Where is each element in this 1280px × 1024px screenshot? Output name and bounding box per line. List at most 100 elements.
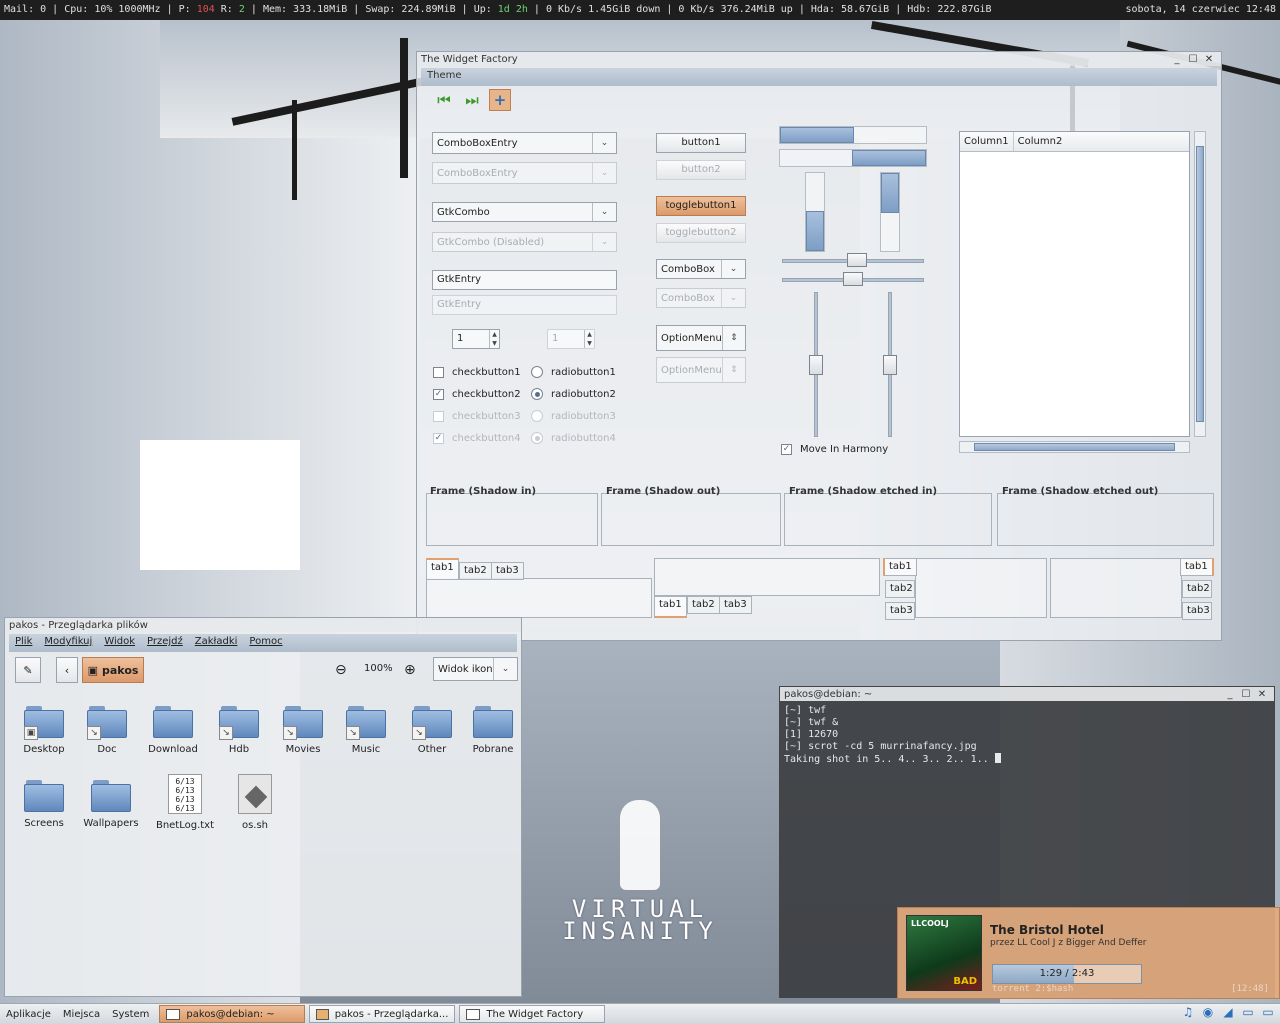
column1-header[interactable]: Column1 bbox=[960, 132, 1014, 151]
menu-zakladki[interactable]: Zakładki bbox=[195, 636, 238, 650]
tab-left-3[interactable]: tab3 bbox=[885, 602, 915, 620]
button1[interactable]: button1 bbox=[656, 133, 746, 153]
spin-arrows-icon[interactable]: ▲ ▼ bbox=[489, 330, 499, 348]
file-movies[interactable]: ↘ Movies bbox=[270, 706, 336, 755]
menu-przejdz[interactable]: Przejdź bbox=[147, 636, 183, 650]
back-button[interactable]: ‹ bbox=[56, 657, 78, 683]
tab-left-2[interactable]: tab2 bbox=[885, 580, 915, 598]
tab-top-1[interactable]: tab1 bbox=[426, 558, 459, 580]
chevron-down-icon[interactable]: ⌄ bbox=[592, 133, 616, 153]
chevron-down-icon[interactable]: ⌄ bbox=[493, 658, 517, 680]
gtk-entry[interactable]: GtkEntry bbox=[432, 270, 617, 290]
file-os-sh[interactable]: os.sh bbox=[222, 774, 288, 831]
updown-icon[interactable]: ⇕ bbox=[721, 326, 745, 350]
add-icon[interactable]: + bbox=[489, 89, 511, 111]
spin-value: 1 bbox=[457, 333, 464, 344]
track-title: The Bristol Hotel bbox=[990, 923, 1104, 937]
option-menu-text: OptionMenu bbox=[661, 332, 722, 344]
combo-box-entry[interactable]: ComboBoxEntry ⌄ bbox=[432, 132, 617, 154]
tab-right-2[interactable]: tab2 bbox=[1182, 580, 1212, 598]
tab-left-1[interactable]: tab1 bbox=[883, 558, 917, 576]
close-icon[interactable]: ✕ bbox=[1201, 54, 1217, 65]
close-icon[interactable]: ✕ bbox=[1254, 689, 1270, 700]
scale-knob-v1[interactable] bbox=[809, 355, 823, 375]
file-other[interactable]: ↘ Other bbox=[399, 706, 465, 755]
checkbutton1[interactable]: checkbutton1 bbox=[433, 364, 521, 380]
terminal-content[interactable]: [~] twf [~] twf & [1] 12670 [~] scrot -cd 5… bbox=[780, 701, 1274, 770]
tab-bottom-2[interactable]: tab2 bbox=[687, 596, 720, 614]
view-mode-select[interactable]: Widok ikon ⌄ bbox=[433, 657, 518, 681]
tab-right-3[interactable]: tab3 bbox=[1182, 602, 1212, 620]
task-terminal[interactable]: pakos@debian: ~ bbox=[159, 1005, 306, 1023]
togglebutton1[interactable]: togglebutton1 bbox=[656, 196, 746, 216]
music-note-icon[interactable]: ♫ bbox=[1180, 1005, 1196, 1021]
tab-right-1[interactable]: tab1 bbox=[1180, 558, 1214, 576]
combo-box-entry-text: ComboBoxEntry bbox=[437, 137, 518, 149]
menu-pomoc[interactable]: Pomoc bbox=[249, 636, 282, 650]
column2-header[interactable]: Column2 bbox=[1014, 132, 1189, 151]
task-widget-factory[interactable]: The Widget Factory bbox=[459, 1005, 606, 1023]
menu-places[interactable]: Miejsca bbox=[57, 1009, 106, 1020]
menu-applications[interactable]: Aplikacje bbox=[0, 1009, 57, 1020]
go-last-icon[interactable]: ⏭ bbox=[461, 89, 483, 111]
menu-system[interactable]: System bbox=[106, 1009, 155, 1020]
menu-modyfikuj[interactable]: Modyfikuj bbox=[44, 636, 92, 650]
wifi-icon[interactable]: ◢ bbox=[1220, 1005, 1236, 1021]
minimize-icon[interactable]: _ bbox=[1222, 689, 1238, 700]
scale-knob-v2[interactable] bbox=[883, 355, 897, 375]
file-music[interactable]: ↘ Music bbox=[333, 706, 399, 755]
minimize-icon[interactable]: _ bbox=[1169, 54, 1185, 65]
file-download[interactable]: Download bbox=[140, 706, 206, 755]
stat-running: 2 bbox=[238, 4, 245, 15]
tree-horizontal-scrollbar[interactable] bbox=[959, 441, 1190, 453]
tab-bottom-3[interactable]: tab3 bbox=[719, 596, 752, 614]
file-wallpapers[interactable]: Wallpapers bbox=[78, 780, 144, 829]
menu-widok[interactable]: Widok bbox=[104, 636, 135, 650]
folder-link-icon: ↘ bbox=[219, 706, 259, 740]
workspace-1-icon[interactable]: ▭ bbox=[1240, 1005, 1256, 1021]
option-menu[interactable]: OptionMenu ⇕ bbox=[656, 325, 746, 351]
spin-button[interactable]: 1 ▲ ▼ bbox=[452, 329, 500, 349]
chevron-down-icon[interactable]: ⌄ bbox=[592, 203, 616, 221]
zoom-out-icon[interactable]: ⊖ bbox=[335, 662, 347, 678]
file-bnetlog[interactable]: 6/13 6/13 6/13 6/13 BnetLog.txt bbox=[152, 774, 218, 831]
task-file-manager[interactable]: pakos - Przeglądarka... bbox=[309, 1005, 456, 1023]
location-pakos-button[interactable]: ▣ pakos bbox=[82, 657, 144, 683]
fm-titlebar[interactable]: pakos - Przeglądarka plików bbox=[5, 618, 521, 632]
menu-theme[interactable]: Theme bbox=[427, 70, 462, 81]
maximize-icon[interactable]: ☐ bbox=[1238, 689, 1254, 700]
network-icon[interactable]: ◉ bbox=[1200, 1005, 1216, 1021]
go-first-icon[interactable]: ⏮ bbox=[433, 89, 455, 111]
workspace-2-icon[interactable]: ▭ bbox=[1260, 1005, 1276, 1021]
tree-vertical-scrollbar[interactable] bbox=[1194, 131, 1206, 437]
file-screens[interactable]: Screens bbox=[11, 780, 77, 829]
tab-bottom-1[interactable]: tab1 bbox=[654, 596, 687, 618]
radiobutton1[interactable]: radiobutton1 bbox=[531, 364, 616, 380]
twf-titlebar[interactable]: The Widget Factory _ ☐ ✕ bbox=[417, 52, 1221, 66]
scale-knob-2[interactable] bbox=[843, 272, 863, 286]
stat-down-rate: 0 Kb/s bbox=[545, 4, 583, 15]
music-notification[interactable]: LLCOOLJ BAD The Bristol Hotel przez LL C… bbox=[897, 907, 1280, 999]
move-in-harmony-check[interactable]: ✓ Move In Harmony bbox=[781, 441, 888, 457]
stat-up-rate: 0 Kb/s bbox=[678, 4, 715, 15]
edit-location-button[interactable]: ✎ bbox=[15, 657, 41, 683]
terminal-titlebar[interactable]: pakos@debian: ~ _ ☐ ✕ bbox=[780, 687, 1274, 701]
chevron-down-icon[interactable]: ⌄ bbox=[721, 260, 745, 278]
combobox[interactable]: ComboBox ⌄ bbox=[656, 259, 746, 279]
scale-knob-1[interactable] bbox=[847, 253, 867, 267]
menu-plik[interactable]: Plik bbox=[15, 636, 32, 650]
checkbox-checked-icon: ✓ bbox=[433, 388, 444, 400]
terminal-line: [~] twf & bbox=[784, 717, 839, 728]
file-doc[interactable]: ↘ Doc bbox=[74, 706, 140, 755]
tree-view[interactable]: Column1 Column2 bbox=[959, 131, 1190, 437]
maximize-icon[interactable]: ☐ bbox=[1185, 54, 1201, 65]
checkbutton2[interactable]: ✓ checkbutton2 bbox=[433, 386, 521, 402]
gtk-combo[interactable]: GtkCombo ⌄ bbox=[432, 202, 617, 222]
file-pobrane[interactable]: Pobrane bbox=[460, 706, 526, 755]
tab-top-3[interactable]: tab3 bbox=[491, 562, 524, 580]
file-hdb[interactable]: ↘ Hdb bbox=[206, 706, 272, 755]
zoom-in-icon[interactable]: ⊕ bbox=[404, 662, 416, 678]
radiobutton2[interactable]: radiobutton2 bbox=[531, 386, 616, 402]
file-desktop[interactable]: ▣ Desktop bbox=[11, 706, 77, 755]
tab-top-2[interactable]: tab2 bbox=[459, 562, 492, 580]
